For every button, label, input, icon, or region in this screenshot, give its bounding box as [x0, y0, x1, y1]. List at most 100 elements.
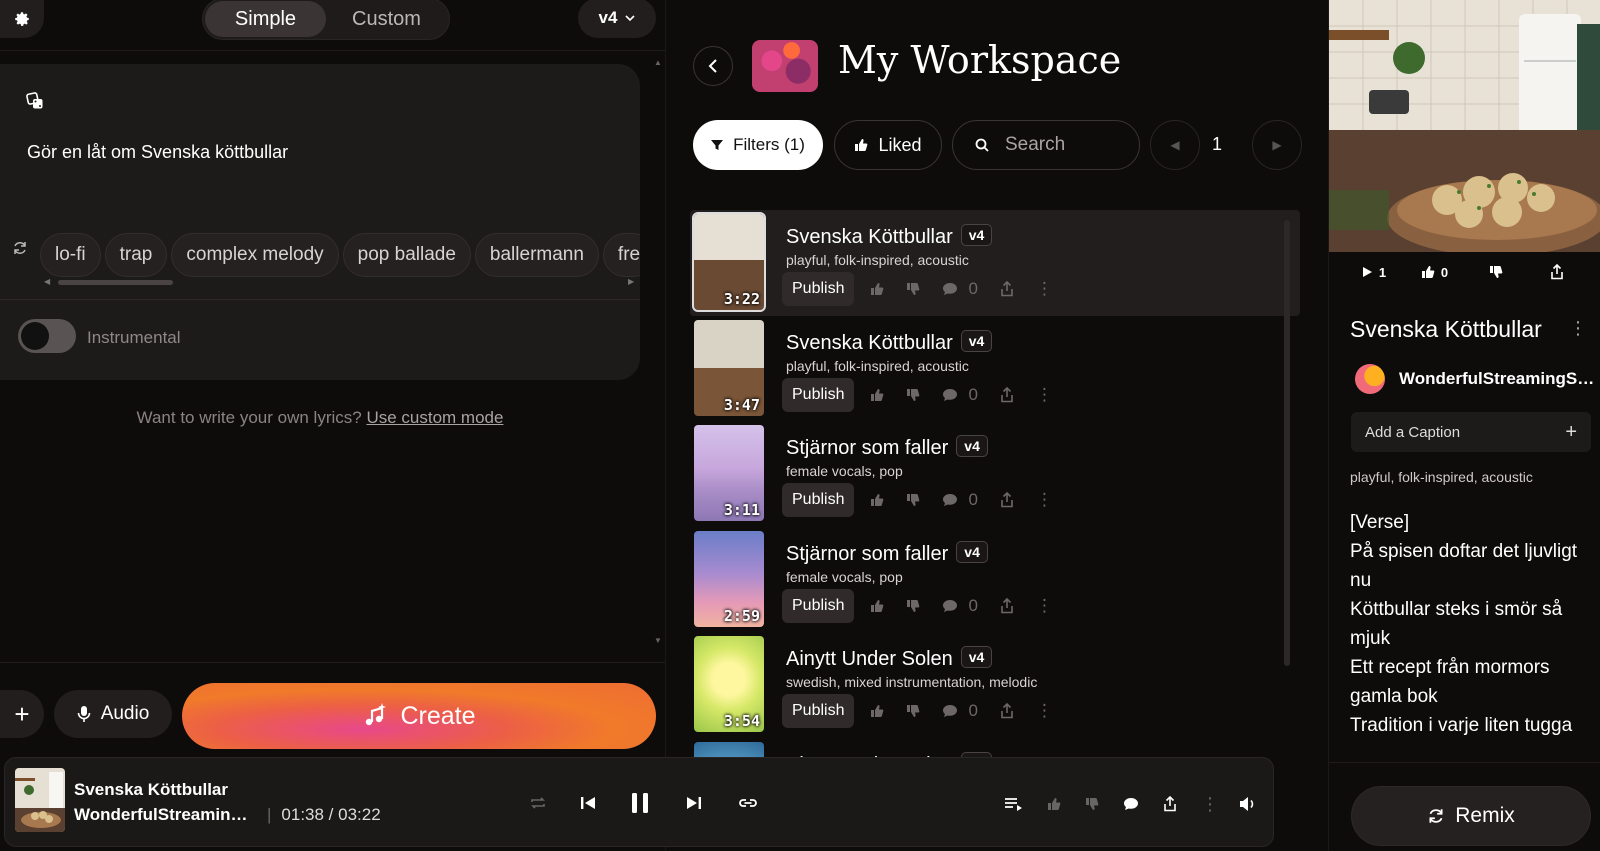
like-button[interactable]: 0: [1413, 254, 1457, 290]
song-title[interactable]: Stjärnor som faller: [786, 437, 948, 459]
back-button[interactable]: [693, 46, 733, 86]
add-button[interactable]: +: [0, 690, 44, 738]
share-button[interactable]: [1000, 703, 1014, 719]
more-options-icon[interactable]: ⋮: [1036, 596, 1053, 616]
share-button[interactable]: [1000, 492, 1014, 508]
publish-button[interactable]: Publish: [782, 377, 855, 412]
style-tag[interactable]: ballermann: [474, 233, 599, 277]
song-thumbnail[interactable]: 3:11: [694, 425, 764, 521]
avatar[interactable]: [1355, 364, 1385, 394]
dislike-button[interactable]: [1474, 254, 1518, 290]
scroll-down-arrow[interactable]: ▼: [654, 636, 662, 645]
mode-simple-tab[interactable]: Simple: [205, 1, 326, 37]
dislike-button[interactable]: [906, 599, 920, 613]
more-options-icon[interactable]: ⋮: [1036, 279, 1053, 299]
dislike-button[interactable]: [1079, 791, 1105, 817]
mode-custom-tab[interactable]: Custom: [326, 1, 447, 37]
song-title[interactable]: Ainytt Under Solen: [786, 648, 953, 670]
more-options-icon[interactable]: ⋮: [1197, 791, 1223, 817]
like-button[interactable]: [870, 388, 884, 402]
liked-button[interactable]: Liked: [834, 120, 942, 170]
style-tag[interactable]: fre: [602, 233, 640, 277]
search-input[interactable]: Search: [952, 120, 1140, 170]
style-tag[interactable]: pop ballade: [342, 233, 471, 277]
artist-name[interactable]: WonderfulStreamingSer...: [1399, 369, 1595, 389]
comment-button[interactable]: 0: [942, 279, 978, 299]
song-row[interactable]: 3:47 Svenska Köttbullar v4 playful, folk-in…: [690, 316, 1300, 422]
dislike-button[interactable]: [906, 493, 920, 507]
repeat-button[interactable]: [523, 788, 553, 818]
publish-button[interactable]: Publish: [782, 694, 855, 728]
comment-button[interactable]: 0: [942, 385, 978, 405]
instrumental-toggle[interactable]: [18, 319, 76, 353]
pause-button[interactable]: [625, 788, 655, 818]
player-artist[interactable]: WonderfulStreamingS...: [74, 805, 254, 825]
audio-button[interactable]: Audio: [54, 690, 172, 738]
publish-button[interactable]: Publish: [782, 272, 855, 306]
refresh-tags-icon[interactable]: [12, 240, 28, 261]
comment-button[interactable]: [1118, 791, 1144, 817]
like-button[interactable]: [1041, 791, 1067, 817]
song-title[interactable]: Svenska Köttbullar: [786, 226, 953, 248]
play-count[interactable]: 1: [1352, 254, 1396, 290]
like-button[interactable]: [870, 282, 884, 296]
style-tag[interactable]: complex melody: [171, 233, 339, 277]
song-row[interactable]: 3:54 Ainytt Under Solen v4 swedish, mixed i…: [690, 632, 1300, 738]
song-title[interactable]: Stjärnor som faller: [786, 543, 948, 565]
share-button[interactable]: [1000, 281, 1014, 297]
share-button[interactable]: [1000, 597, 1014, 614]
song-thumbnail[interactable]: 3:54: [694, 636, 764, 732]
dislike-button[interactable]: [906, 704, 920, 718]
add-caption-button[interactable]: Add a Caption +: [1351, 412, 1591, 452]
more-options-icon[interactable]: ⋮: [1036, 490, 1053, 510]
link-button[interactable]: [733, 788, 763, 818]
song-description-input[interactable]: Gör en låt om Svenska köttbullar: [27, 142, 288, 163]
filters-button[interactable]: Filters (1): [693, 120, 823, 170]
left-scrollbar[interactable]: ▲ ▼: [654, 58, 662, 658]
more-options-icon[interactable]: ⋮: [1036, 701, 1053, 721]
dislike-button[interactable]: [906, 388, 920, 402]
song-thumbnail[interactable]: 2:59: [694, 530, 764, 627]
style-tag[interactable]: lo-fi: [40, 233, 101, 277]
share-button[interactable]: [1000, 386, 1014, 403]
publish-button[interactable]: Publish: [782, 483, 855, 517]
comment-button[interactable]: 0: [942, 596, 978, 616]
comment-button[interactable]: 0: [942, 490, 978, 510]
song-thumbnail[interactable]: 3:47: [694, 319, 764, 416]
scroll-left-arrow[interactable]: ◀: [44, 277, 50, 286]
tags-scrollbar[interactable]: [58, 280, 173, 285]
previous-track-button[interactable]: [573, 788, 603, 818]
more-options-icon[interactable]: ⋮: [1036, 385, 1053, 405]
player-cover-image[interactable]: [15, 768, 65, 832]
share-button[interactable]: [1157, 791, 1183, 817]
player-song-title[interactable]: Svenska Köttbullar: [74, 780, 228, 800]
song-row[interactable]: 3:11 Stjärnor som faller v4 female vocals, …: [690, 421, 1300, 527]
create-button[interactable]: Create: [182, 683, 656, 749]
model-version-select[interactable]: v4: [578, 0, 656, 38]
settings-button[interactable]: [0, 0, 44, 38]
dislike-button[interactable]: [906, 282, 920, 296]
scroll-right-arrow[interactable]: ▶: [628, 277, 634, 286]
use-custom-mode-link[interactable]: Use custom mode: [366, 408, 503, 427]
song-thumbnail[interactable]: 3:22: [692, 212, 766, 312]
share-button[interactable]: [1535, 254, 1579, 290]
previous-page-button[interactable]: ◀: [1150, 120, 1200, 170]
volume-button[interactable]: [1235, 791, 1261, 817]
style-tag[interactable]: trap: [104, 233, 168, 277]
song-row[interactable]: 2:59 Stjärnor som faller v4 female vocals, …: [690, 527, 1300, 633]
queue-button[interactable]: [1001, 791, 1027, 817]
remix-button[interactable]: Remix: [1351, 786, 1591, 846]
publish-button[interactable]: Publish: [782, 588, 855, 623]
like-button[interactable]: [870, 704, 884, 718]
song-list-scrollbar[interactable]: [1284, 220, 1290, 666]
next-page-button[interactable]: ▶: [1252, 120, 1302, 170]
like-button[interactable]: [870, 493, 884, 507]
next-track-button[interactable]: [679, 788, 709, 818]
like-button[interactable]: [870, 599, 884, 613]
song-row[interactable]: 3:22 Svenska Köttbullar v4 playful, folk-in…: [690, 210, 1300, 316]
more-options-icon[interactable]: ⋮: [1569, 318, 1587, 339]
scroll-up-arrow[interactable]: ▲: [654, 58, 662, 67]
dice-icon[interactable]: [26, 92, 44, 115]
song-title[interactable]: Svenska Köttbullar: [786, 332, 953, 354]
comment-button[interactable]: 0: [942, 701, 978, 721]
